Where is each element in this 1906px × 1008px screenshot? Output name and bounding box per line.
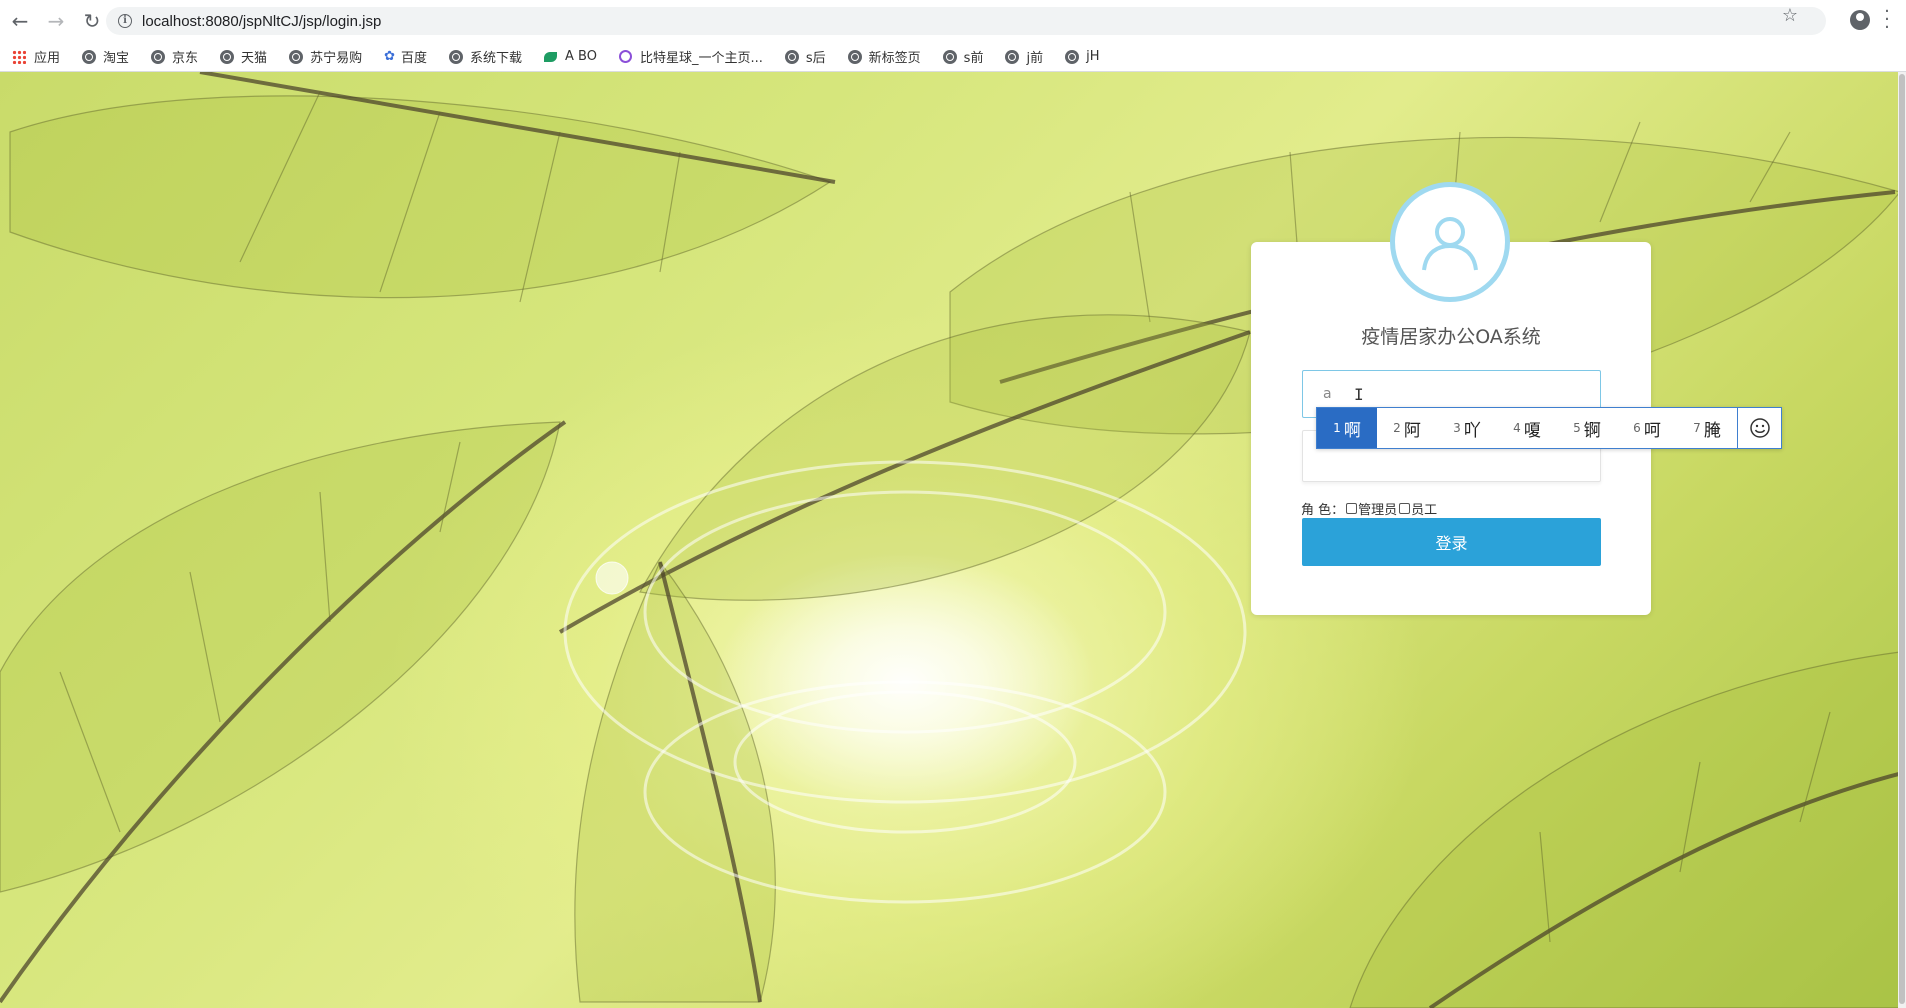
ime-candidate[interactable]: 5 锕 <box>1557 408 1617 448</box>
user-icon <box>1422 217 1478 271</box>
ime-candidate-bar: 1 啊 2 阿 3 吖 4 嗄 5 锕 6 呵 7 腌 <box>1316 407 1782 449</box>
globe-icon <box>942 49 957 64</box>
bookmark-item[interactable]: 淘宝 <box>82 47 129 66</box>
candidate-char: 吖 <box>1463 420 1481 441</box>
address-url[interactable]: localhost:8080/jspNltCJ/jsp/login.jsp <box>142 13 381 30</box>
leaf-icon <box>544 51 558 62</box>
candidate-number: 5 <box>1573 421 1581 435</box>
candidate-number: 7 <box>1693 421 1701 435</box>
text-cursor-icon: I <box>1354 385 1364 404</box>
bookmark-label: A BO <box>565 49 597 64</box>
bookmark-item[interactable]: j前 <box>1005 47 1043 66</box>
bookmark-item[interactable]: 系统下载 <box>449 47 522 66</box>
browser-toolbar: ← → ↻ i localhost:8080/jspNltCJ/jsp/logi… <box>0 0 1906 42</box>
bookmark-item[interactable]: 苏宁易购 <box>289 47 362 66</box>
bookmark-label: 应用 <box>34 51 61 66</box>
bookmark-label: 比特星球_一个主页... <box>639 51 763 66</box>
browser-menu-icon[interactable]: · · · <box>1884 3 1890 37</box>
role-label: 角 色： <box>1301 502 1345 518</box>
candidate-number: 1 <box>1333 421 1341 435</box>
paw-icon: ✿ <box>384 49 395 64</box>
candidate-char: 嗄 <box>1523 420 1541 441</box>
globe-icon <box>847 49 862 64</box>
candidate-char: 啊 <box>1343 420 1361 441</box>
globe-icon <box>289 49 304 64</box>
ime-candidate[interactable]: 4 嗄 <box>1497 408 1557 448</box>
bookmark-item[interactable]: ✿ 百度 <box>384 47 427 66</box>
system-title: 疫情居家办公OA系统 <box>1361 326 1541 348</box>
bookmark-label: 新标签页 <box>868 51 921 66</box>
bookmark-label: 苏宁易购 <box>310 51 363 66</box>
candidate-number: 3 <box>1453 421 1461 435</box>
candidate-number: 4 <box>1513 421 1521 435</box>
globe-icon <box>1065 49 1080 64</box>
bookmark-label: 天猫 <box>241 51 268 66</box>
forward-arrow-icon[interactable]: → <box>40 5 72 37</box>
bookmark-label: 淘宝 <box>103 51 130 66</box>
bookmark-label: s后 <box>805 51 826 66</box>
bookmark-item[interactable]: jH <box>1065 49 1099 64</box>
scrollbar-thumb[interactable] <box>1899 74 1905 1004</box>
back-arrow-icon[interactable]: ← <box>4 5 36 37</box>
bookmark-label: jH <box>1086 49 1100 64</box>
address-bar[interactable]: i localhost:8080/jspNltCJ/jsp/login.jsp <box>106 7 1826 35</box>
account-icon[interactable] <box>1850 10 1870 30</box>
ime-candidate[interactable]: 3 吖 <box>1437 408 1497 448</box>
role-admin-label[interactable]: 管理员 <box>1358 499 1397 518</box>
emoji-button[interactable] <box>1737 408 1781 448</box>
candidate-char: 腌 <box>1703 420 1721 441</box>
globe-icon <box>784 49 799 64</box>
candidate-char: 呵 <box>1643 420 1661 441</box>
bookmark-label: 京东 <box>172 51 199 66</box>
bookmarks-bar: 应用 淘宝 京东 天猫 苏宁易购 ✿ 百度 系统下载 A BO 比特星球_一个主… <box>0 42 1906 72</box>
candidate-number: 2 <box>1393 421 1401 435</box>
bookmark-item[interactable]: s后 <box>784 47 826 66</box>
bookmark-item[interactable]: 京东 <box>151 47 198 66</box>
globe-icon <box>82 49 97 64</box>
candidate-char: 锕 <box>1583 420 1601 441</box>
candidate-char: 阿 <box>1403 420 1421 441</box>
ime-candidate[interactable]: 6 呵 <box>1617 408 1677 448</box>
login-button[interactable]: 登录 <box>1302 518 1601 566</box>
role-staff-checkbox[interactable] <box>1399 502 1411 514</box>
bookmark-label: 百度 <box>400 51 427 66</box>
apps-grid-icon <box>12 49 26 64</box>
planet-icon <box>618 50 632 63</box>
role-admin-checkbox[interactable] <box>1346 502 1358 514</box>
ime-candidate[interactable]: 1 啊 <box>1317 408 1377 448</box>
bookmark-apps[interactable]: 应用 <box>12 47 60 66</box>
globe-icon <box>1005 49 1020 64</box>
ime-candidate[interactable]: 2 阿 <box>1377 408 1437 448</box>
bookmark-label: 系统下载 <box>470 51 523 66</box>
bookmark-label: j前 <box>1026 51 1044 66</box>
avatar <box>1390 182 1510 302</box>
globe-icon <box>449 49 463 64</box>
role-selector: 角 色： 管理员 员工 <box>1301 499 1437 518</box>
site-info-icon[interactable]: i <box>118 14 132 28</box>
bookmark-item[interactable]: A BO <box>544 49 597 64</box>
candidate-number: 6 <box>1633 421 1641 435</box>
bookmark-item[interactable]: 比特星球_一个主页... <box>618 47 763 66</box>
bookmark-item[interactable]: 新标签页 <box>847 47 921 66</box>
bookmark-label: s前 <box>963 51 984 66</box>
reload-icon[interactable]: ↻ <box>76 5 108 37</box>
role-staff-label[interactable]: 员工 <box>1411 499 1437 518</box>
globe-icon <box>220 49 235 64</box>
globe-icon <box>151 49 166 64</box>
bookmark-item[interactable]: 天猫 <box>220 47 267 66</box>
bookmark-star-icon[interactable]: ☆ <box>1782 5 1798 26</box>
ime-candidate[interactable]: 7 腌 <box>1677 408 1737 448</box>
bookmark-item[interactable]: s前 <box>942 47 984 66</box>
smiley-icon <box>1749 418 1770 438</box>
page-scrollbar[interactable] <box>1898 72 1906 1008</box>
